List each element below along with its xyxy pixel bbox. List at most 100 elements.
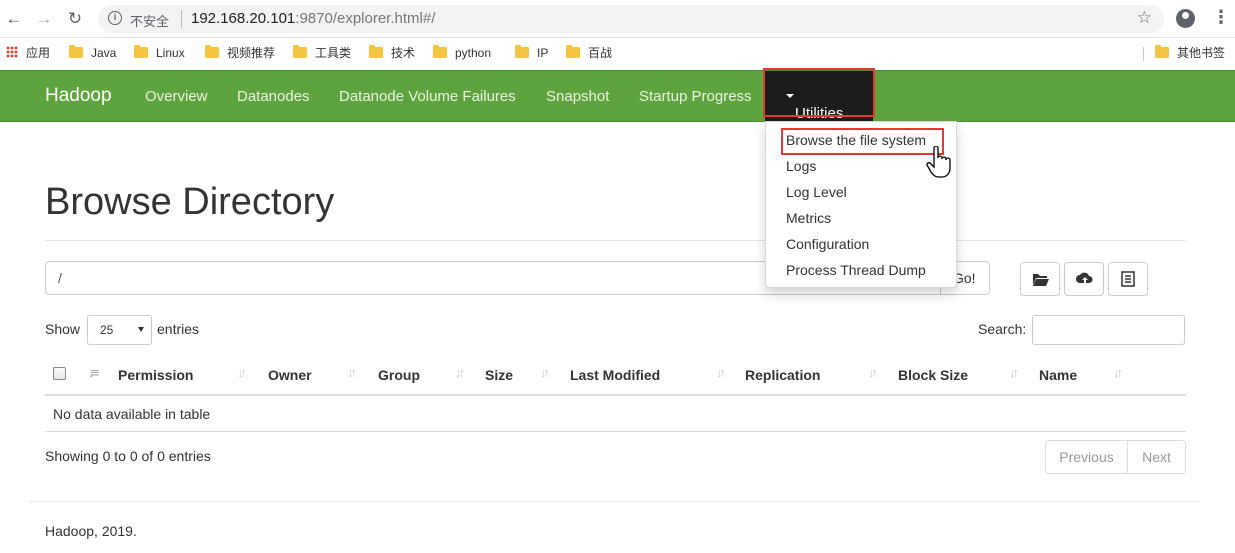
browser-menu-icon[interactable]: ⋮ (1212, 7, 1230, 28)
url-path: :9870/explorer.html#/ (295, 10, 436, 27)
url-text[interactable]: 192.168.20.101:9870/explorer.html#/ (191, 10, 435, 27)
profile-icon[interactable] (1176, 9, 1195, 28)
bookmark-label: 视频推荐 (227, 46, 276, 60)
show-label: Show (45, 321, 81, 337)
bookmark-baizhan[interactable]: 百战 (566, 44, 612, 62)
folder-icon (293, 45, 307, 58)
previous-button[interactable]: Previous (1046, 441, 1128, 473)
select-arrow-icon (138, 327, 144, 332)
highlight-browse-file-system (781, 128, 944, 155)
folder-open-icon (1033, 274, 1049, 286)
navbar-brand[interactable]: Hadoop (45, 85, 112, 107)
search-label: Search: (978, 321, 1027, 337)
select-all-checkbox[interactable] (53, 367, 66, 380)
hand-pointer-icon (926, 146, 951, 178)
menu-logs[interactable]: Logs (786, 158, 816, 174)
bookmark-python[interactable]: python (433, 44, 491, 62)
bookmark-label: python (455, 46, 492, 60)
column-block-size[interactable]: Block Size (898, 367, 968, 383)
folder-icon (1155, 45, 1169, 58)
sort-icon[interactable]: ↓↑ (716, 365, 726, 380)
apps-grid-icon (6, 46, 18, 58)
column-replication[interactable]: Replication (745, 367, 820, 383)
bookmark-tech[interactable]: 技术 (369, 44, 415, 62)
entries-per-page-select[interactable]: 25 (87, 315, 152, 345)
empty-table-message: No data available in table (53, 406, 211, 422)
sort-icon[interactable]: ↓↑ (540, 365, 550, 380)
cut-paste-button[interactable] (1108, 262, 1148, 296)
menu-process-thread-dump[interactable]: Process Thread Dump (786, 262, 926, 278)
folder-icon (515, 45, 529, 58)
security-label: 不安全 (130, 14, 170, 29)
bookmark-label: 其他书签 (1177, 46, 1226, 60)
column-name[interactable]: Name (1039, 367, 1077, 383)
menu-metrics[interactable]: Metrics (786, 210, 831, 226)
search-input[interactable] (1032, 315, 1185, 345)
nav-snapshot[interactable]: Snapshot (546, 88, 609, 105)
entries-label: entries (157, 321, 200, 337)
bookmark-linux[interactable]: Linux (134, 44, 185, 62)
bookmark-label: IP (537, 46, 549, 60)
nav-volume-failures[interactable]: Datanode Volume Failures (339, 88, 516, 105)
reload-icon[interactable]: ↻ (64, 8, 86, 30)
page-title: Browse Directory (45, 181, 335, 223)
column-owner[interactable]: Owner (268, 367, 312, 383)
column-size[interactable]: Size (485, 367, 513, 383)
sort-icon[interactable]: ↓↑ (1113, 365, 1123, 380)
folder-icon (566, 45, 580, 58)
browser-toolbar: ← → ↻ i 不安全 192.168.20.101:9870/explorer… (0, 0, 1235, 38)
bookmarks-divider (1143, 47, 1144, 61)
bookmark-label: 应用 (26, 46, 51, 60)
bookmark-java[interactable]: Java (69, 44, 116, 62)
folder-icon (69, 45, 83, 58)
info-icon[interactable]: i (108, 11, 122, 25)
back-arrow-icon[interactable]: ← (3, 8, 25, 30)
list-alt-icon (1121, 271, 1135, 287)
sort-icon[interactable]: ↓↑ (1009, 365, 1019, 380)
title-divider (45, 240, 1186, 241)
footer-divider (30, 501, 1200, 502)
bookmarks-bar: 应用 Java Linux 视频推荐 工具类 技术 python IP 百战 其… (0, 38, 1235, 68)
sort-icon[interactable]: ↓↑ (347, 365, 357, 380)
footer-text: Hadoop, 2019. (45, 523, 137, 539)
upload-button[interactable] (1064, 262, 1104, 296)
menu-configuration[interactable]: Configuration (786, 236, 869, 252)
sort-icon[interactable]: ↓↑ (455, 365, 465, 380)
menu-log-level[interactable]: Log Level (786, 184, 847, 200)
table-row-divider (45, 431, 1186, 432)
address-separator (181, 10, 182, 28)
bookmark-label: 百战 (588, 46, 613, 60)
next-button[interactable]: Next (1128, 441, 1185, 473)
bookmark-apps[interactable]: 应用 (6, 44, 50, 62)
column-permission[interactable]: Permission (118, 367, 193, 383)
sort-icon[interactable]: ↓↑ (237, 365, 247, 380)
bookmark-tools[interactable]: 工具类 (293, 44, 351, 62)
entries-value: 25 (100, 323, 114, 337)
nav-startup-progress[interactable]: Startup Progress (639, 88, 752, 105)
cloud-upload-icon (1076, 272, 1093, 284)
column-group[interactable]: Group (378, 367, 420, 383)
nav-datanodes[interactable]: Datanodes (237, 88, 310, 105)
bookmark-label: Linux (156, 46, 185, 60)
bookmark-video[interactable]: 视频推荐 (205, 44, 275, 62)
url-host: 192.168.20.101 (191, 10, 296, 27)
bookmark-label: 工具类 (315, 46, 352, 60)
folder-icon (205, 45, 219, 58)
sort-asc-icon[interactable]: ↓≡ (88, 365, 99, 380)
nav-overview[interactable]: Overview (145, 88, 208, 105)
column-last-modified[interactable]: Last Modified (570, 367, 660, 383)
bookmark-ip[interactable]: IP (515, 44, 548, 62)
highlight-utilities (763, 68, 875, 117)
bookmark-other[interactable]: 其他书签 (1155, 44, 1225, 62)
bookmark-label: Java (91, 46, 117, 60)
table-info: Showing 0 to 0 of 0 entries (45, 448, 211, 464)
folder-icon (433, 45, 447, 58)
bookmark-star-icon[interactable]: ☆ (1137, 8, 1152, 28)
pagination: Previous Next (1045, 440, 1186, 474)
address-bar[interactable]: i 不安全 192.168.20.101:9870/explorer.html#… (98, 5, 1164, 33)
table-header-divider (45, 394, 1186, 396)
hadoop-navbar: Hadoop Overview Datanodes Datanode Volum… (0, 70, 1235, 122)
create-directory-button[interactable] (1020, 262, 1060, 296)
forward-arrow-icon[interactable]: → (33, 8, 55, 30)
sort-icon[interactable]: ↓↑ (868, 365, 878, 380)
